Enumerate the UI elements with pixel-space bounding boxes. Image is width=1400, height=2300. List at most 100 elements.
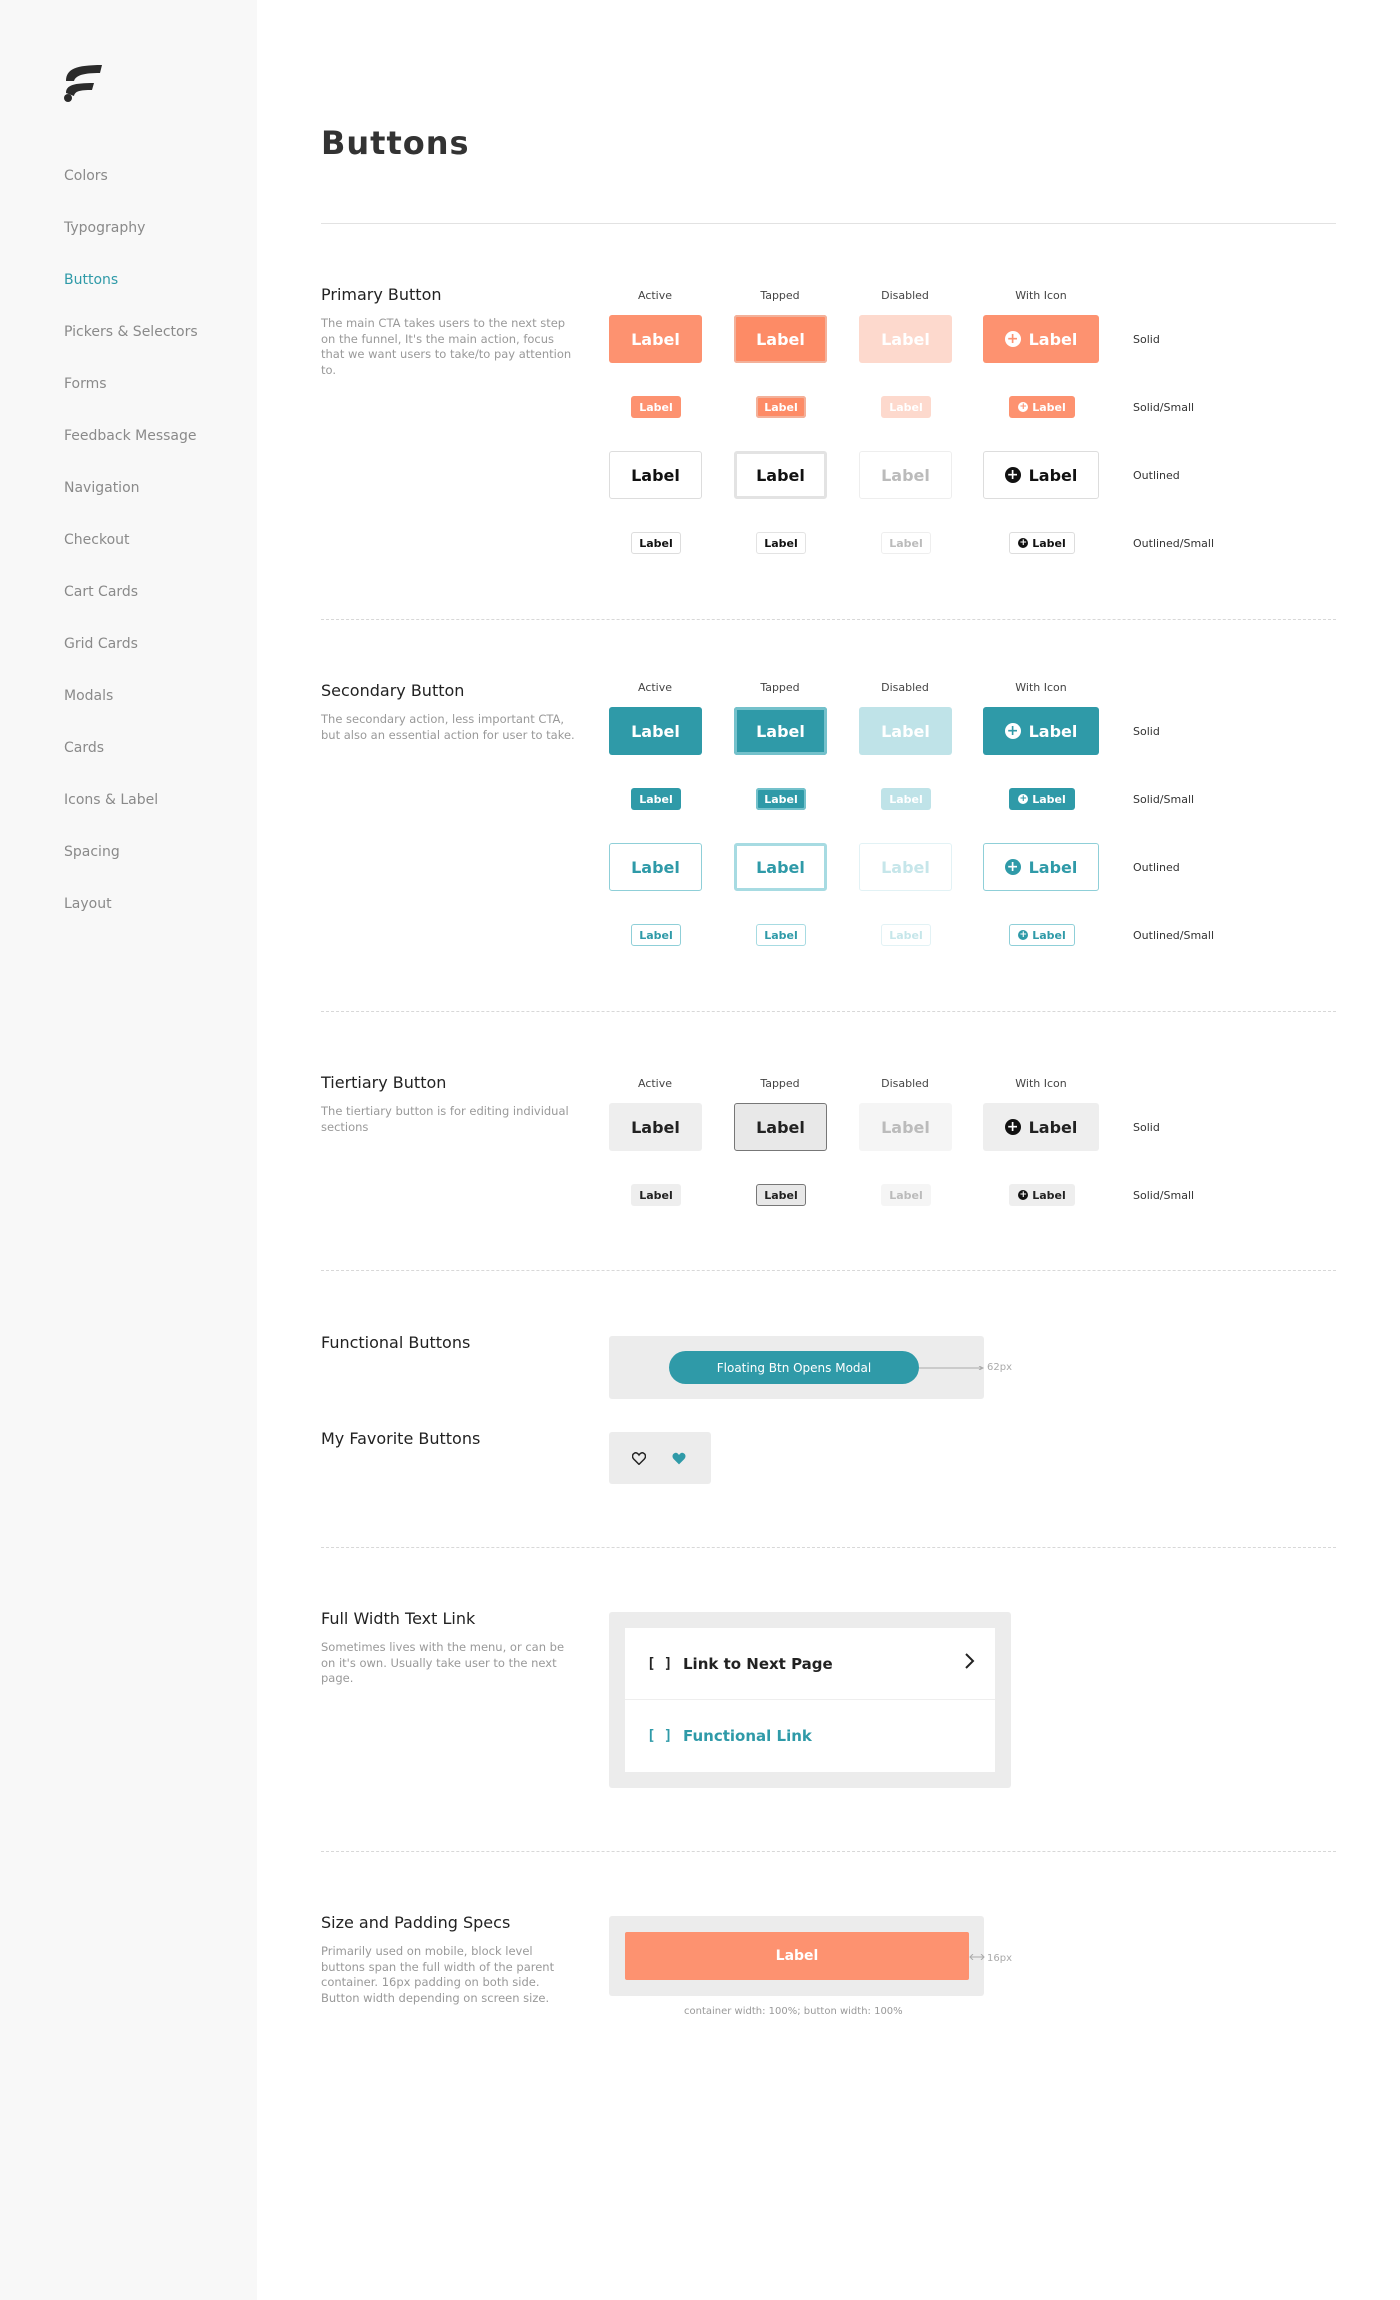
- primary-solid-small-button[interactable]: Label: [631, 396, 681, 418]
- row-label-solid-small: Solid/Small: [1133, 1189, 1195, 1202]
- sidebar-item-colors[interactable]: Colors: [64, 166, 198, 218]
- plus-circle-icon: +: [1018, 793, 1029, 804]
- button-label: Label: [764, 400, 798, 414]
- sidebar-item-grid-cards[interactable]: Grid Cards: [64, 634, 198, 686]
- secondary-outlined-icon-button[interactable]: + Label: [983, 843, 1099, 891]
- primary-outlined-button[interactable]: Label: [609, 451, 702, 499]
- secondary-outlined-tapped-button[interactable]: Label: [734, 843, 827, 891]
- button-label: Label: [764, 536, 798, 550]
- block-button-container: Label: [609, 1916, 985, 1996]
- plus-circle-icon: +: [1018, 929, 1029, 940]
- secondary-solid-small-icon-button[interactable]: + Label: [1009, 788, 1075, 810]
- block-button[interactable]: Label: [625, 1932, 969, 1980]
- secondary-outlined-button[interactable]: Label: [609, 843, 702, 891]
- secondary-solid-small-tapped-button[interactable]: Label: [756, 788, 806, 810]
- sidebar-item-modals[interactable]: Modals: [64, 686, 198, 738]
- sidebar-item-cards[interactable]: Cards: [64, 738, 198, 790]
- primary-outlined-icon-button[interactable]: + Label: [983, 451, 1099, 499]
- button-label: Label: [764, 1188, 798, 1202]
- primary-outlined-tapped-button[interactable]: Label: [734, 451, 827, 499]
- row-label-solid-small: Solid/Small: [1133, 401, 1195, 414]
- padding-spec-label: 16px: [987, 1953, 1012, 1964]
- sidebar-item-icons-label[interactable]: Icons & Label: [64, 790, 198, 842]
- sidebar-item-forms[interactable]: Forms: [64, 374, 198, 426]
- primary-description: The main CTA takes users to the next ste…: [321, 316, 572, 377]
- divider: [321, 1011, 1336, 1012]
- tertiary-solid-small-icon-button[interactable]: + Label: [1009, 1184, 1075, 1206]
- button-label: Label: [889, 792, 923, 806]
- row-label-outlined-small: Outlined/Small: [1133, 537, 1215, 550]
- sidebar-item-buttons[interactable]: Buttons: [64, 270, 198, 322]
- row-label-solid: Solid: [1133, 333, 1160, 346]
- row-label-outlined: Outlined: [1133, 469, 1180, 482]
- tertiary-solid-icon-button[interactable]: + Label: [983, 1103, 1099, 1151]
- tertiary-description: The tiertiary button is for editing indi…: [321, 1104, 569, 1134]
- sidebar-item-cart-cards[interactable]: Cart Cards: [64, 582, 198, 634]
- divider: [321, 1270, 1336, 1271]
- col-tapped: Tapped: [760, 1077, 800, 1090]
- button-label: Label: [756, 721, 805, 741]
- link-functional[interactable]: [ ] Functional Link: [625, 1700, 995, 1772]
- text-link-title: Full Width Text Link: [321, 1609, 476, 1628]
- primary-outlined-small-button[interactable]: Label: [631, 532, 681, 554]
- button-label: Label: [631, 329, 680, 349]
- heart-filled-icon[interactable]: [667, 1446, 691, 1470]
- secondary-solid-button[interactable]: Label: [609, 707, 702, 755]
- secondary-outlined-small-icon-button[interactable]: + Label: [1009, 924, 1075, 946]
- tertiary-solid-tapped-button[interactable]: Label: [734, 1103, 827, 1151]
- tertiary-solid-button[interactable]: Label: [609, 1103, 702, 1151]
- sidebar-item-feedback-message[interactable]: Feedback Message: [64, 426, 198, 478]
- row-label-solid: Solid: [1133, 725, 1160, 738]
- secondary-description: The secondary action, less important CTA…: [321, 712, 575, 742]
- secondary-outlined-small-button[interactable]: Label: [631, 924, 681, 946]
- sidebar-item-layout[interactable]: Layout: [64, 894, 198, 946]
- primary-solid-small-icon-button[interactable]: + Label: [1009, 396, 1075, 418]
- primary-outlined-small-icon-button[interactable]: + Label: [1009, 532, 1075, 554]
- primary-title: Primary Button: [321, 285, 442, 304]
- primary-outlined-small-disabled-button: Label: [881, 532, 931, 554]
- col-tapped: Tapped: [760, 681, 800, 694]
- button-label: Label: [764, 928, 798, 942]
- sidebar-item-pickers-selectors[interactable]: Pickers & Selectors: [64, 322, 198, 374]
- secondary-solid-icon-button[interactable]: + Label: [983, 707, 1099, 755]
- chevron-right-icon: [965, 1653, 975, 1669]
- sidebar-nav: Colors Typography Buttons Pickers & Sele…: [64, 166, 198, 946]
- button-label: Label: [639, 536, 673, 550]
- plus-circle-icon: +: [1018, 537, 1029, 548]
- floating-spec-label: 62px: [987, 1362, 1012, 1373]
- button-label: Label: [631, 465, 680, 485]
- heart-outline-icon[interactable]: [627, 1446, 651, 1470]
- sidebar-item-spacing[interactable]: Spacing: [64, 842, 198, 894]
- button-label: Label: [639, 1188, 673, 1202]
- primary-outlined-small-tapped-button[interactable]: Label: [756, 532, 806, 554]
- primary-solid-small-tapped-button[interactable]: Label: [756, 396, 806, 418]
- link-next-page[interactable]: [ ] Link to Next Page: [625, 1628, 995, 1700]
- logo-icon[interactable]: [62, 63, 104, 103]
- secondary-solid-small-button[interactable]: Label: [631, 788, 681, 810]
- button-label: Label: [1028, 721, 1078, 741]
- primary-solid-icon-button[interactable]: + Label: [983, 315, 1099, 363]
- col-active: Active: [637, 1077, 673, 1090]
- primary-solid-disabled-button: Label: [859, 315, 952, 363]
- floating-modal-button[interactable]: Floating Btn Opens Modal: [669, 1351, 919, 1384]
- sidebar: Colors Typography Buttons Pickers & Sele…: [0, 0, 257, 2300]
- primary-solid-button[interactable]: Label: [609, 315, 702, 363]
- tertiary-solid-small-button[interactable]: Label: [631, 1184, 681, 1206]
- bracket-icon: [ ]: [647, 1655, 673, 1672]
- divider: [321, 223, 1336, 224]
- primary-solid-small-disabled-button: Label: [881, 396, 931, 418]
- secondary-solid-tapped-button[interactable]: Label: [734, 707, 827, 755]
- plus-circle-icon: +: [1004, 1119, 1021, 1135]
- sidebar-item-navigation[interactable]: Navigation: [64, 478, 198, 530]
- secondary-outlined-small-disabled-button: Label: [881, 924, 931, 946]
- secondary-outlined-small-tapped-button[interactable]: Label: [756, 924, 806, 946]
- floating-button-container: Floating Btn Opens Modal: [609, 1336, 985, 1399]
- size-specs-title: Size and Padding Specs: [321, 1913, 511, 1932]
- sidebar-item-typography[interactable]: Typography: [64, 218, 198, 270]
- primary-solid-tapped-button[interactable]: Label: [734, 315, 827, 363]
- button-label: Label: [1028, 465, 1078, 485]
- plus-circle-icon: +: [1018, 1189, 1029, 1200]
- plus-circle-icon: +: [1004, 331, 1021, 347]
- sidebar-item-checkout[interactable]: Checkout: [64, 530, 198, 582]
- tertiary-solid-small-tapped-button[interactable]: Label: [756, 1184, 806, 1206]
